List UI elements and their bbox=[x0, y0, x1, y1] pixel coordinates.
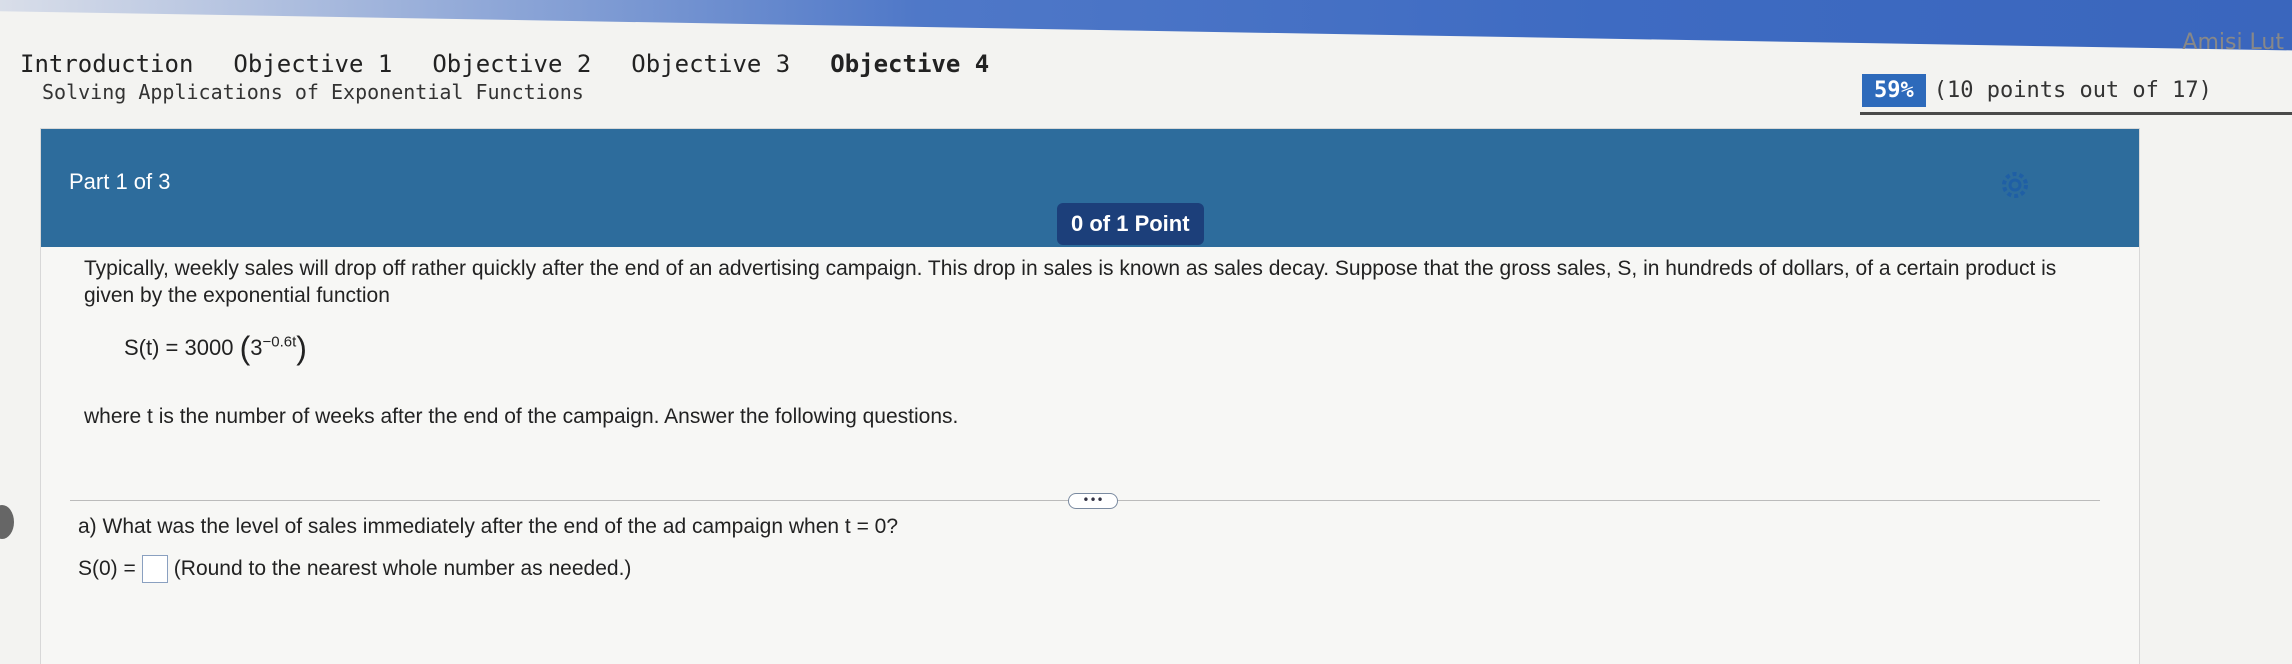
question-card: Part 1 of 3 0 of 1 Point bbox=[40, 128, 2140, 664]
tab-objective-1[interactable]: Objective 1 bbox=[213, 50, 412, 78]
tab-objective-3[interactable]: Objective 3 bbox=[611, 50, 810, 78]
header-divider bbox=[1860, 112, 2292, 115]
score-detail: (10 points out of 17) bbox=[1933, 78, 2212, 103]
sales-formula: S(t) = 3000 (3−0.6t) bbox=[124, 330, 307, 366]
gear-icon[interactable] bbox=[2000, 170, 2030, 200]
section-subtitle: Solving Applications of Exponential Func… bbox=[42, 80, 584, 104]
answer-input[interactable] bbox=[141, 555, 168, 583]
answer-prefix: S(0) = bbox=[78, 557, 136, 580]
points-badge: 0 of 1 Point bbox=[1057, 203, 1204, 245]
question-a: a) What was the level of sales immediate… bbox=[78, 515, 899, 538]
tab-introduction[interactable]: Introduction bbox=[0, 50, 213, 78]
score-display: 59% (10 points out of 17) bbox=[1862, 74, 2212, 107]
user-name[interactable]: Amisi Lut bbox=[2182, 30, 2284, 55]
answer-row: S(0) = (Round to the nearest whole numbe… bbox=[78, 555, 631, 583]
part-label: Part 1 of 3 bbox=[69, 169, 171, 194]
more-options-button[interactable]: ••• bbox=[1068, 493, 1118, 509]
formula-lhs: S(t) = 3000 bbox=[124, 335, 234, 360]
score-percent-badge: 59% bbox=[1862, 74, 1926, 107]
formula-exponent: −0.6t bbox=[262, 333, 297, 351]
side-indicator bbox=[0, 505, 14, 539]
variable-definition: where t is the number of weeks after the… bbox=[84, 405, 959, 428]
problem-statement: Typically, weekly sales will drop off ra… bbox=[84, 257, 2057, 307]
tab-objective-2[interactable]: Objective 2 bbox=[412, 50, 611, 78]
question-card-header: Part 1 of 3 0 of 1 Point bbox=[41, 129, 2139, 247]
objective-tabs: Introduction Objective 1 Objective 2 Obj… bbox=[0, 18, 1009, 78]
tab-objective-4[interactable]: Objective 4 bbox=[810, 50, 1009, 78]
formula-base: 3 bbox=[250, 335, 263, 360]
answer-hint: (Round to the nearest whole number as ne… bbox=[173, 557, 632, 580]
